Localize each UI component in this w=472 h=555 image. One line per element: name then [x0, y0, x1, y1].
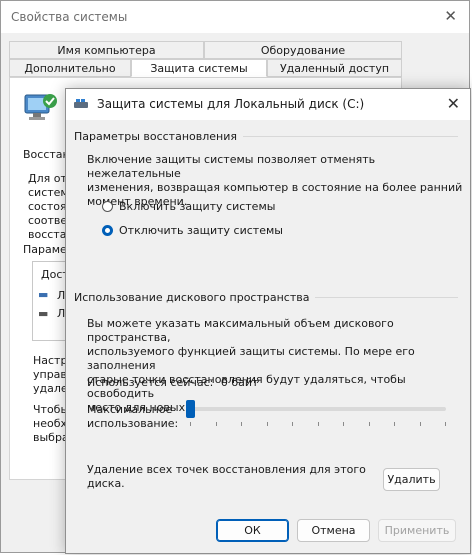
- disk-usage-heading: Использование дискового пространства: [74, 290, 310, 304]
- system-properties-title: Свойства системы: [11, 10, 128, 24]
- computer-shield-icon: [24, 94, 57, 120]
- tabs-row-1: Имя компьютера Оборудование: [9, 41, 402, 59]
- slider-tick: [318, 422, 319, 426]
- delete-line: диска.: [87, 477, 125, 490]
- slider-tick: [241, 422, 242, 426]
- enable-protection-radio[interactable]: Включить защиту системы: [102, 200, 275, 213]
- slider-tick: [445, 422, 446, 426]
- close-icon[interactable]: ✕: [447, 94, 460, 113]
- tabs-row-2: Дополнительно Защита системы Удаленный д…: [9, 59, 402, 77]
- drive-icon: ▬: [38, 288, 49, 301]
- restore-settings-heading: Параметры восстановления: [74, 129, 237, 143]
- system-properties-titlebar: Свойства системы ✕: [1, 1, 469, 33]
- delete-line: Удаление всех точек восстановления для э…: [87, 463, 366, 476]
- description-line: Включение защиты системы позволяет отмен…: [87, 153, 376, 180]
- description-line: используемого функцией защиты системы. П…: [87, 345, 415, 372]
- system-protection-dialog: Защита системы для Локальный диск (C:) ✕…: [65, 88, 471, 554]
- cancel-button[interactable]: Отмена: [297, 519, 370, 542]
- restore-settings-group: Параметры восстановления: [74, 129, 458, 143]
- apply-button[interactable]: Применить: [378, 519, 456, 542]
- description-line: изменения, возвращая компьютер в состоян…: [87, 181, 463, 194]
- slider-tick: [190, 422, 191, 426]
- max-usage-label: Максимальное использование:: [87, 403, 178, 431]
- max-usage-slider-thumb[interactable]: [186, 400, 195, 418]
- tab-system-protection[interactable]: Защита системы: [131, 59, 267, 77]
- ok-button[interactable]: ОК: [216, 519, 289, 542]
- tab-remote[interactable]: Удаленный доступ: [267, 59, 402, 77]
- slider-tick: [369, 422, 370, 426]
- current-usage-value: 0 байт: [220, 376, 259, 389]
- description-line: Вы можете указать максимальный объем дис…: [87, 317, 394, 344]
- divider: [315, 296, 458, 298]
- disable-protection-label[interactable]: Отключить защиту системы: [119, 224, 283, 237]
- max-usage-line: Максимальное: [87, 403, 173, 416]
- slider-ticks: [190, 422, 446, 428]
- slider-tick: [420, 422, 421, 426]
- max-usage-slider-track[interactable]: [186, 407, 446, 411]
- drive-icon: [74, 99, 88, 108]
- slider-tick: [343, 422, 344, 426]
- delete-description: Удаление всех точек восстановления для э…: [87, 463, 366, 491]
- radio-unchecked-icon[interactable]: [102, 201, 113, 212]
- dialog-titlebar: Защита системы для Локальный диск (C:) ✕: [66, 89, 470, 120]
- text-fragment: Чтобы: [33, 403, 70, 416]
- enable-protection-label[interactable]: Включить защиту системы: [119, 200, 275, 213]
- divider: [243, 135, 458, 137]
- radio-checked-icon[interactable]: [102, 225, 113, 236]
- delete-button[interactable]: Удалить: [383, 468, 440, 491]
- slider-tick: [216, 422, 217, 426]
- slider-tick: [394, 422, 395, 426]
- tab-computer-name[interactable]: Имя компьютера: [9, 41, 204, 59]
- slider-tick: [292, 422, 293, 426]
- max-usage-line: использование:: [87, 417, 179, 430]
- disk-usage-group: Использование дискового пространства: [74, 290, 458, 304]
- disk-usage-description: Вы можете указать максимальный объем дис…: [87, 317, 470, 415]
- dialog-title: Защита системы для Локальный диск (C:): [97, 97, 365, 111]
- current-usage-row: Используется сейчас: 0 байт: [87, 376, 258, 390]
- slider-tick: [267, 422, 268, 426]
- current-usage-label: Используется сейчас:: [87, 376, 214, 389]
- tab-advanced[interactable]: Дополнительно: [9, 59, 131, 77]
- tab-hardware[interactable]: Оборудование: [204, 41, 402, 59]
- disable-protection-radio[interactable]: Отключить защиту системы: [102, 224, 283, 237]
- drive-icon: ▬: [38, 307, 49, 320]
- close-icon[interactable]: ✕: [444, 7, 457, 25]
